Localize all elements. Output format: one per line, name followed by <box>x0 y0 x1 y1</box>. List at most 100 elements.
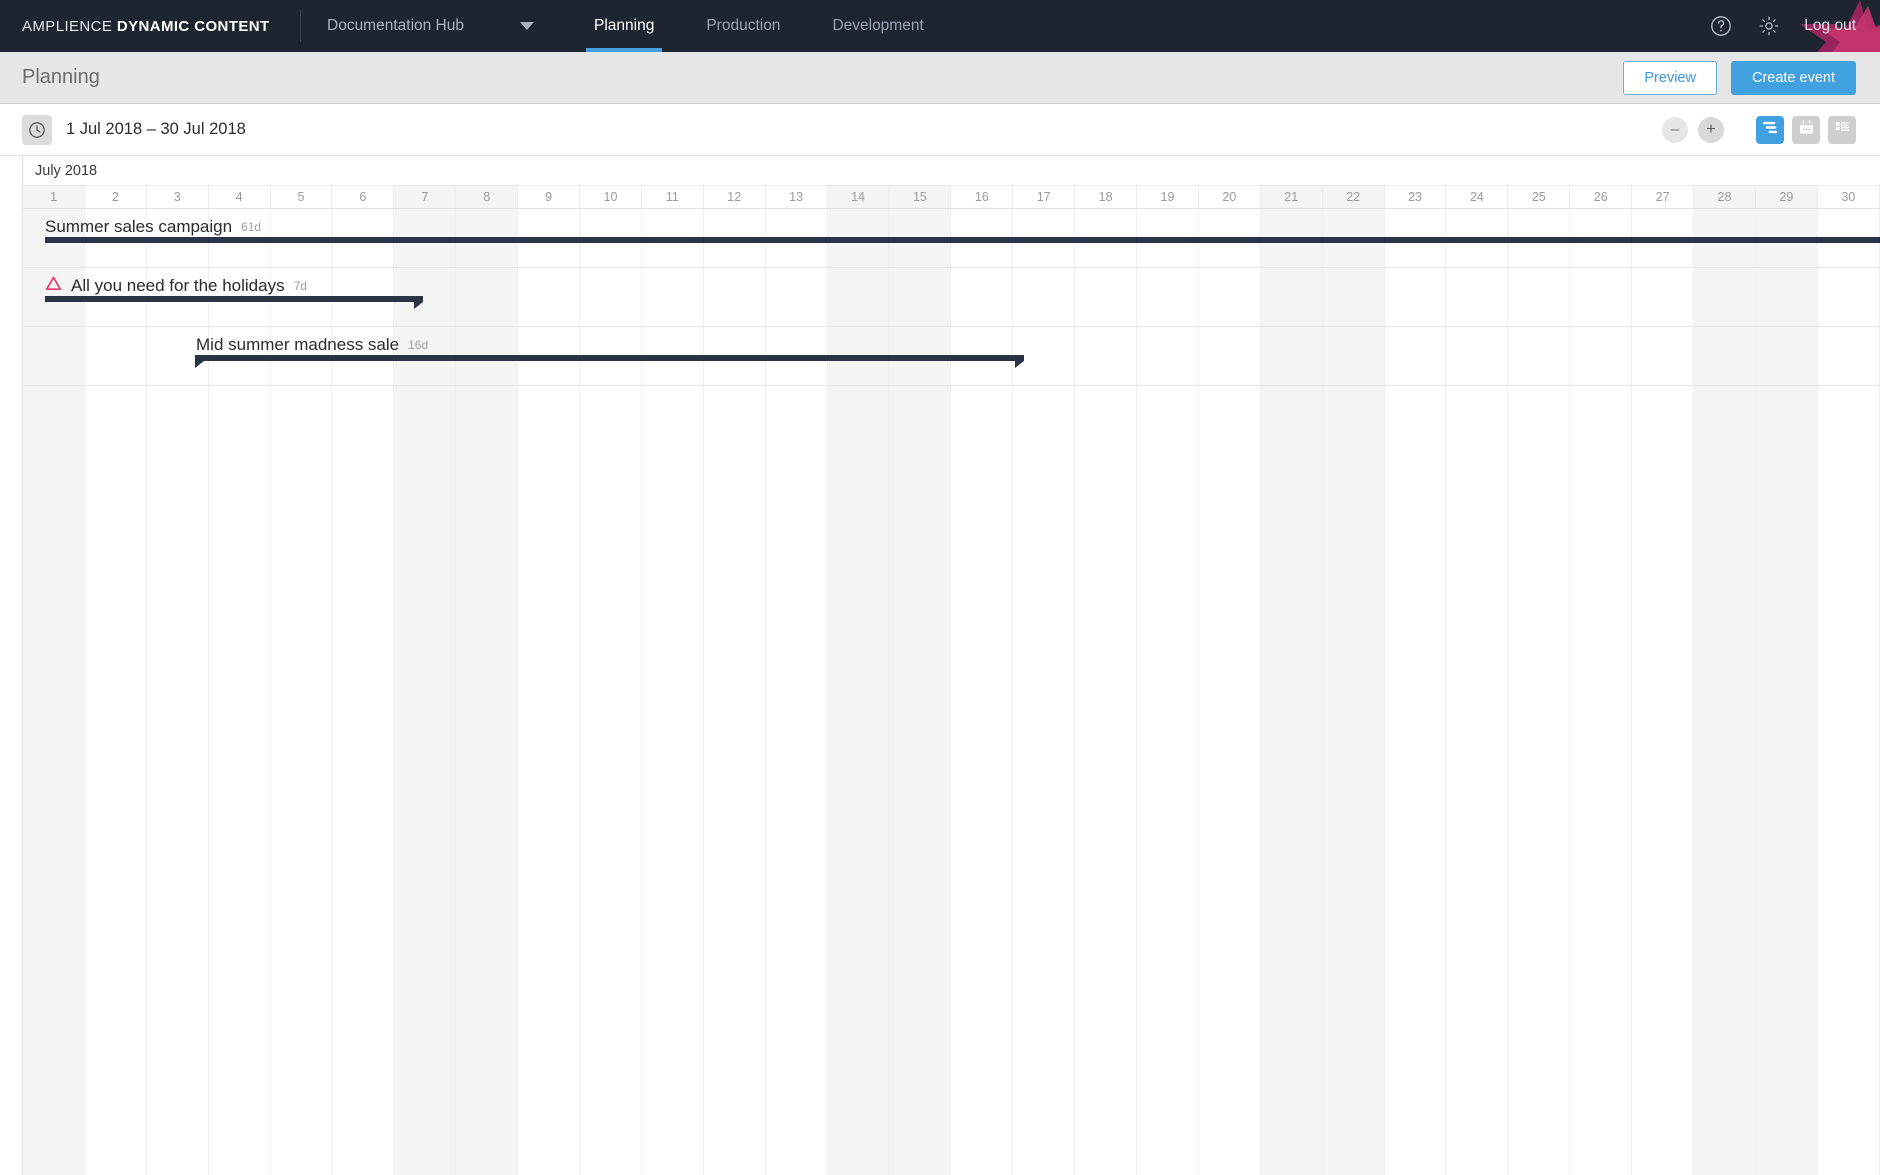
event-label[interactable]: Mid summer madness sale 16d <box>196 327 428 363</box>
day-number: 1 <box>49 190 57 204</box>
tab-development[interactable]: Development <box>806 0 949 52</box>
view-toggle-group <box>1756 115 1856 144</box>
event-name: Mid summer madness sale <box>196 335 400 354</box>
event-name: Summer sales campaign <box>45 217 233 236</box>
nav-right-actions: Log out <box>1708 0 1880 52</box>
day-header-10[interactable]: 10 <box>580 186 642 208</box>
day-number: 5 <box>297 190 305 204</box>
day-header-30[interactable]: 30 <box>1817 186 1880 208</box>
day-header-7[interactable]: 7 <box>394 186 457 208</box>
day-header-27[interactable]: 27 <box>1632 186 1695 208</box>
event-name: All you need for the holidays <box>71 276 285 295</box>
day-number: 23 <box>1408 190 1422 204</box>
zoom-out-button[interactable]: – <box>1662 116 1688 143</box>
calendar-icon <box>1798 119 1815 141</box>
day-header-row: 1 2 3 4 5 6 7 8 9 10 11 12 13 14 15 16 17 18 19 20 21 22 23 24 2… <box>23 186 1880 209</box>
day-header-29[interactable]: 29 <box>1755 186 1818 208</box>
day-header-28[interactable]: 28 <box>1694 186 1756 208</box>
day-number: 10 <box>603 190 618 204</box>
event-bar[interactable] <box>45 237 1880 250</box>
brand-name-bold: DYNAMIC CONTENT <box>116 17 270 35</box>
chevron-down-icon <box>520 22 534 30</box>
page-subheader: Planning Preview Create event <box>0 52 1880 104</box>
row-separator <box>0 385 1880 386</box>
gear-icon[interactable] <box>1756 13 1782 39</box>
help-circle-icon[interactable] <box>1708 13 1734 39</box>
day-header-1[interactable]: 1 <box>23 186 85 208</box>
timeline-view-button[interactable] <box>1756 115 1784 144</box>
event-label[interactable]: Summer sales campaign 61d <box>45 209 261 245</box>
day-header-23[interactable]: 23 <box>1384 186 1447 208</box>
day-header-6[interactable]: 6 <box>332 186 395 208</box>
event-rows: Summer sales campaign 61d All you need for… <box>0 209 1880 1175</box>
tab-planning-label: Planning <box>594 17 655 34</box>
day-number: 9 <box>545 190 553 204</box>
day-number: 11 <box>665 190 679 204</box>
clock-icon[interactable] <box>22 114 52 145</box>
day-header-22[interactable]: 22 <box>1322 186 1385 208</box>
zoom-in-button[interactable]: + <box>1698 116 1724 143</box>
tab-planning[interactable]: Planning <box>568 0 680 52</box>
logout-button[interactable]: Log out <box>1804 17 1856 35</box>
day-header-3[interactable]: 3 <box>146 186 209 208</box>
day-header-12[interactable]: 12 <box>703 186 766 208</box>
hub-selector[interactable]: Documentation Hub <box>301 0 554 52</box>
day-header-8[interactable]: 8 <box>456 186 519 208</box>
timeline-left-gutter <box>0 156 23 1175</box>
event-duration: 16d <box>408 338 429 352</box>
tab-production-label: Production <box>706 17 781 34</box>
day-header-18[interactable]: 18 <box>1075 186 1138 208</box>
day-header-20[interactable]: 20 <box>1198 186 1261 208</box>
day-header-13[interactable]: 13 <box>765 186 828 208</box>
day-number: 30 <box>1841 190 1856 204</box>
timeline-grid: July 2018 1 2 3 4 5 6 7 8 9 10 11 12 13 14 15 16 17 18 19 2… <box>0 156 1880 1175</box>
day-number: 17 <box>1036 190 1051 204</box>
date-range-label[interactable]: 1 Jul 2018 – 30 Jul 2018 <box>66 120 246 139</box>
warning-triangle-icon <box>45 275 62 297</box>
event-label[interactable]: All you need for the holidays 7d <box>45 268 307 304</box>
brand-logo[interactable]: AMPLIENCE DYNAMIC CONTENT <box>0 0 300 52</box>
day-header-26[interactable]: 26 <box>1570 186 1633 208</box>
day-number: 2 <box>111 190 119 204</box>
create-event-button[interactable]: Create event <box>1730 60 1856 95</box>
event-row[interactable]: All you need for the holidays 7d <box>0 268 1880 327</box>
nav-tabs: Planning Production Development <box>568 0 950 52</box>
day-header-21[interactable]: 21 <box>1260 186 1323 208</box>
day-header-14[interactable]: 14 <box>827 186 890 208</box>
day-header-16[interactable]: 16 <box>951 186 1014 208</box>
event-row[interactable]: Summer sales campaign 61d <box>0 209 1880 268</box>
day-number: 29 <box>1779 190 1794 204</box>
day-header-25[interactable]: 25 <box>1508 186 1571 208</box>
event-duration: 7d <box>293 279 307 293</box>
day-number: 27 <box>1655 190 1670 204</box>
event-row[interactable]: Mid summer madness sale 16d <box>0 327 1880 386</box>
preview-button[interactable]: Preview <box>1623 60 1717 95</box>
day-header-24[interactable]: 24 <box>1446 186 1509 208</box>
gantt-icon <box>1762 119 1779 141</box>
tab-development-label: Development <box>832 17 924 34</box>
day-number: 25 <box>1531 190 1546 204</box>
top-navigation-bar: AMPLIENCE DYNAMIC CONTENT Documentation … <box>0 0 1880 52</box>
day-header-19[interactable]: 19 <box>1137 186 1199 208</box>
list-icon <box>1834 119 1851 141</box>
day-header-17[interactable]: 17 <box>1013 186 1076 208</box>
calendar-view-button[interactable] <box>1792 115 1820 144</box>
day-header-11[interactable]: 11 <box>641 186 704 208</box>
day-header-2[interactable]: 2 <box>84 186 147 208</box>
day-header-5[interactable]: 5 <box>270 186 333 208</box>
tab-production[interactable]: Production <box>680 0 806 52</box>
day-header-4[interactable]: 4 <box>208 186 271 208</box>
day-header-9[interactable]: 9 <box>518 186 581 208</box>
day-number: 13 <box>789 190 804 204</box>
day-header-15[interactable]: 15 <box>889 186 952 208</box>
month-label: July 2018 <box>35 162 98 179</box>
month-header: July 2018 <box>23 156 1880 186</box>
day-number: 7 <box>421 190 429 204</box>
event-duration: 61d <box>241 220 262 234</box>
brand-text: AMPLIENCE DYNAMIC CONTENT <box>22 18 270 35</box>
day-number: 18 <box>1098 190 1113 204</box>
page-actions: Preview Create event <box>1623 60 1856 95</box>
day-number: 12 <box>727 190 742 204</box>
gantt-timeline: July 2018 1 2 3 4 5 6 7 8 9 10 11 12 13 14 15 16 17 18 19 2… <box>0 156 1880 1175</box>
list-view-button[interactable] <box>1828 115 1856 144</box>
